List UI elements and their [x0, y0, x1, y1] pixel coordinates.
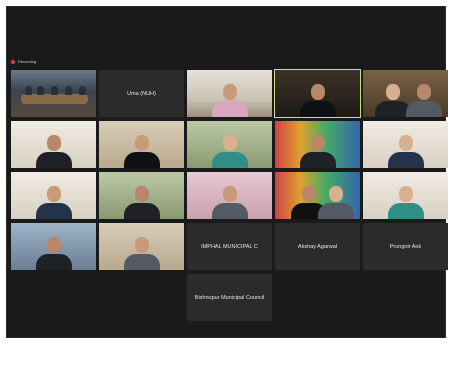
participant-name: Prungnir Aok — [389, 243, 422, 250]
video-feed — [363, 172, 448, 219]
video-feed — [99, 223, 184, 270]
record-dot-icon — [11, 59, 15, 64]
participant-tile-conference-room[interactable] — [11, 70, 96, 117]
participant-tile[interactable] — [187, 172, 272, 219]
participant-tile[interactable] — [363, 121, 448, 168]
participant-tile-active-speaker[interactable] — [274, 69, 361, 118]
participant-tile-uma[interactable]: Uma (NUH) — [99, 70, 184, 117]
participant-name: IMPHAL MUNICIPAL C — [201, 243, 258, 250]
participant-tile-prungnir-aok[interactable]: Prungnir Aok — [363, 223, 448, 270]
video-feed — [11, 223, 96, 270]
recording-indicator: Recording — [11, 59, 36, 64]
participant-tile[interactable] — [11, 172, 96, 219]
participant-tile[interactable] — [99, 223, 184, 270]
video-feed — [99, 172, 184, 219]
participant-tile-imphal-municipal[interactable]: IMPHAL MUNICIPAL C — [187, 223, 272, 270]
participant-tile-bishnupur-municipal-council[interactable]: Bishnupur Municipal Council — [187, 274, 272, 321]
video-feed — [11, 70, 96, 117]
participant-tile[interactable] — [275, 121, 360, 168]
participant-tile-akshay-agarwal[interactable]: Akshay Agarwal — [275, 223, 360, 270]
participant-tile[interactable] — [187, 70, 272, 117]
participant-tile[interactable] — [11, 223, 96, 270]
video-feed — [187, 121, 272, 168]
video-feed — [363, 121, 448, 168]
participant-tile[interactable] — [99, 121, 184, 168]
video-call-window: Recording Uma (NUH) IMPHAL MUNICIPAL C A… — [6, 6, 448, 338]
participant-tile[interactable] — [11, 121, 96, 168]
participant-name: Bishnupur Municipal Council — [194, 294, 265, 301]
participant-tile[interactable] — [363, 172, 448, 219]
video-feed — [275, 70, 360, 117]
recording-label: Recording — [18, 59, 37, 64]
video-feed — [275, 172, 360, 219]
video-feed — [187, 70, 272, 117]
video-feed — [275, 121, 360, 168]
participant-tile[interactable] — [99, 172, 184, 219]
video-feed — [363, 70, 448, 117]
video-feed — [187, 172, 272, 219]
participant-tile[interactable] — [363, 70, 448, 117]
participant-name: Uma (NUH) — [127, 90, 156, 97]
participant-tile[interactable] — [187, 121, 272, 168]
video-feed — [11, 172, 96, 219]
participant-tile[interactable] — [275, 172, 360, 219]
video-feed — [11, 121, 96, 168]
participant-name: Akshay Agarwal — [297, 243, 338, 250]
video-feed — [99, 121, 184, 168]
